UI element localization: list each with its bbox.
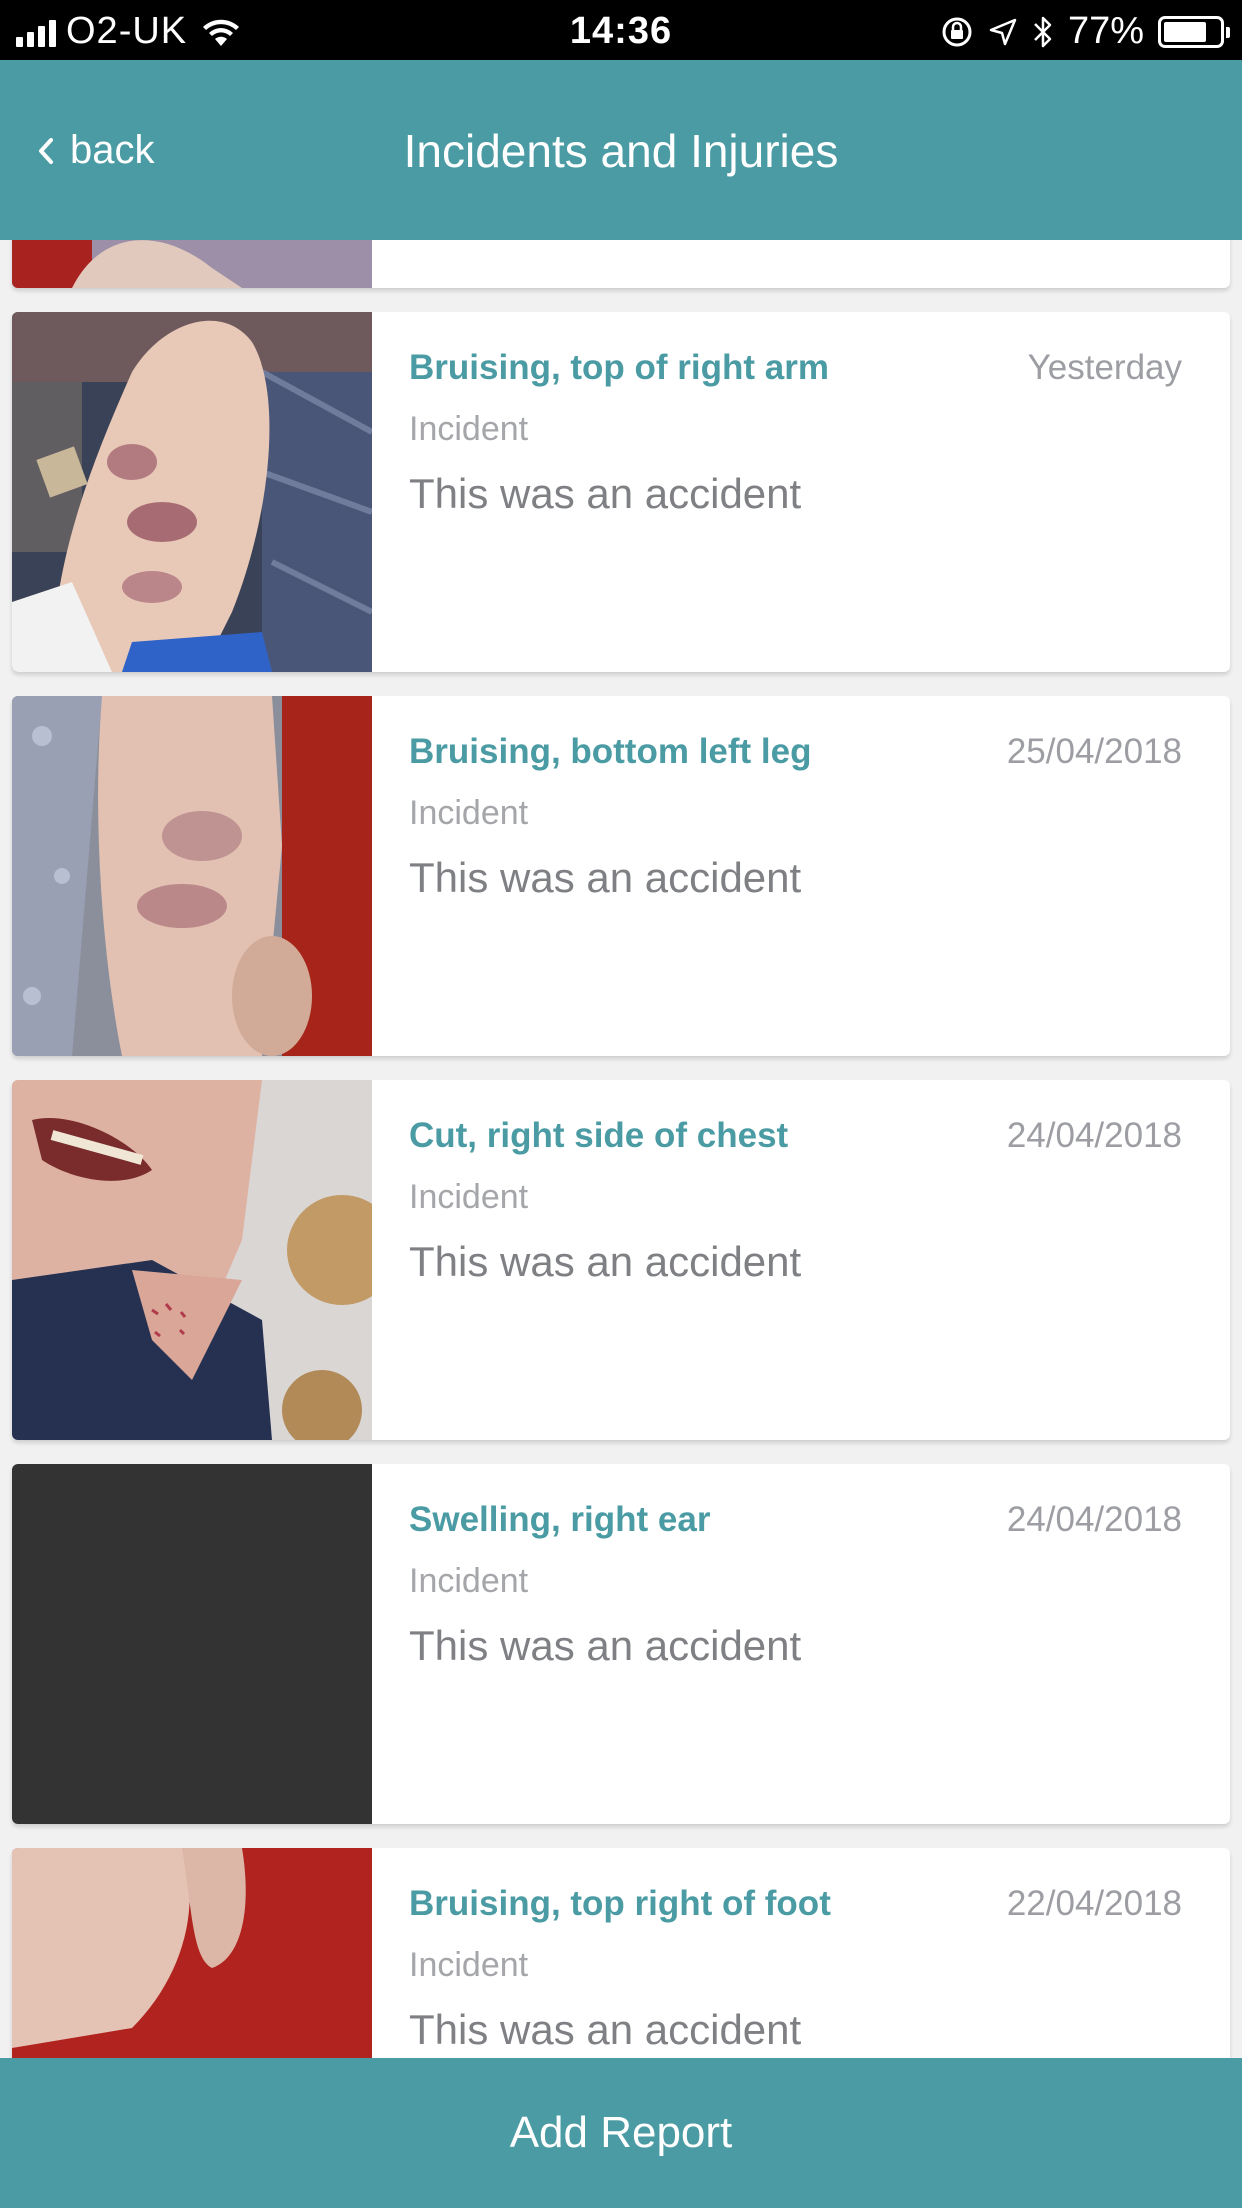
- incident-thumbnail-chest: [12, 1080, 372, 1440]
- incident-description: This was an accident: [409, 1238, 802, 1285]
- incident-date: 22/04/2018: [1006, 1884, 1182, 1923]
- add-report-button[interactable]: Add Report: [0, 2058, 1242, 2208]
- incident-date: Yesterday: [1027, 348, 1182, 387]
- bluetooth-icon: [1034, 16, 1052, 47]
- incident-title: Bruising, bottom left leg: [409, 732, 812, 771]
- rotation-lock-icon: [942, 17, 972, 46]
- incident-type: Incident: [409, 1562, 529, 1600]
- incident-date: 24/04/2018: [1006, 1116, 1182, 1155]
- incident-title: Bruising, top of right arm: [409, 348, 829, 387]
- incident-thumbnail-placeholder: [12, 1464, 372, 1824]
- incident-card[interactable]: Bruising, bottom left leg 25/04/2018 Inc…: [12, 696, 1230, 1056]
- incident-thumbnail-foot: [12, 1848, 372, 2058]
- incident-title: Cut, right side of chest: [409, 1116, 789, 1155]
- incident-date: 24/04/2018: [1006, 1500, 1182, 1539]
- incident-description: This was an accident: [409, 854, 802, 901]
- incident-type: Incident: [409, 1946, 529, 1984]
- add-report-label: Add Report: [509, 2108, 733, 2157]
- incident-date: 25/04/2018: [1006, 732, 1182, 771]
- incident-type: Incident: [409, 410, 529, 448]
- incident-card-partial[interactable]: [12, 240, 1230, 288]
- battery-percent: 77%: [1067, 10, 1144, 52]
- battery-fill: [1164, 21, 1206, 42]
- incident-type: Incident: [409, 794, 529, 832]
- incident-type: Incident: [409, 1178, 529, 1216]
- incident-description: This was an accident: [409, 1622, 802, 1669]
- nav-bar: back Incidents and Injuries: [0, 60, 1242, 240]
- battery-icon: [1158, 15, 1230, 48]
- incident-card[interactable]: Bruising, top of right arm Yesterday Inc…: [12, 312, 1230, 672]
- incident-thumbnail: [12, 240, 372, 288]
- incident-card[interactable]: Bruising, top right of foot 22/04/2018 I…: [12, 1848, 1230, 2058]
- incident-title: Swelling, right ear: [409, 1500, 711, 1539]
- status-bar: O2-UK 14:36 77%: [0, 0, 1242, 60]
- incident-card[interactable]: Swelling, right ear 24/04/2018 Incident …: [12, 1464, 1230, 1824]
- incident-list[interactable]: Bruising, top of right arm Yesterday Inc…: [0, 240, 1242, 2058]
- incident-thumbnail-arm: [12, 312, 372, 672]
- incident-card[interactable]: Cut, right side of chest 24/04/2018 Inci…: [12, 1080, 1230, 1440]
- incident-description: This was an accident: [409, 470, 802, 517]
- page-title: Incidents and Injuries: [403, 125, 839, 177]
- incident-description: This was an accident: [409, 2006, 802, 2053]
- incident-thumbnail-leg: [12, 696, 372, 1056]
- incident-title: Bruising, top right of foot: [409, 1884, 831, 1923]
- status-right: 77%: [940, 10, 1230, 53]
- location-icon: [989, 18, 1017, 45]
